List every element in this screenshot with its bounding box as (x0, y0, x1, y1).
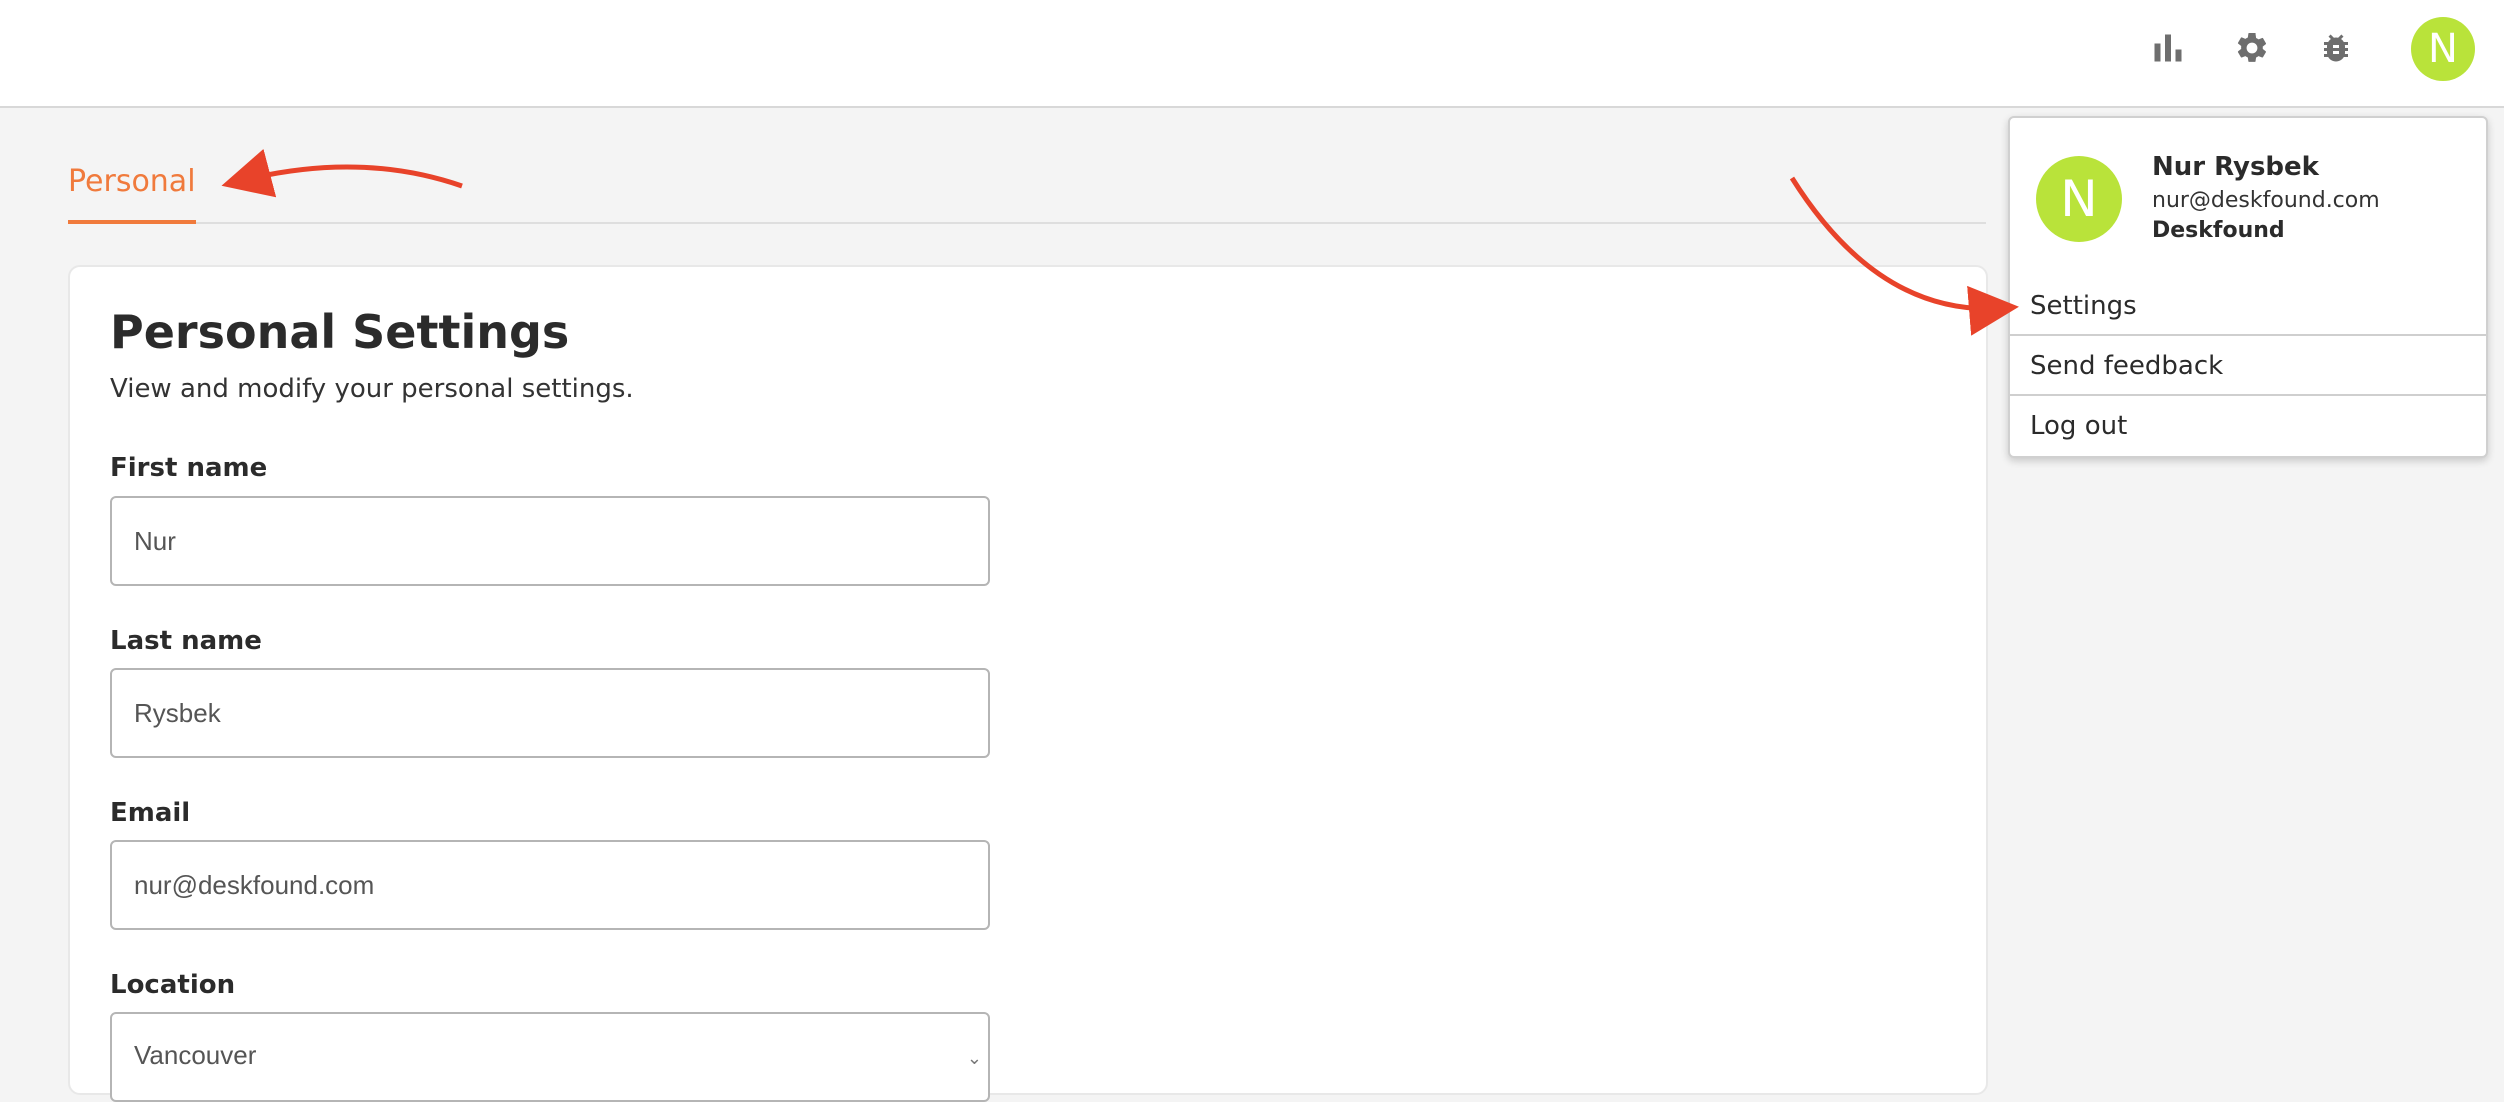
last-name-label: Last name (110, 626, 262, 656)
user-email: nur@deskfound.com (2152, 188, 2380, 213)
first-name-input[interactable] (110, 496, 990, 586)
top-header: N (0, 0, 2504, 108)
personal-settings-card: Personal Settings View and modify your p… (68, 265, 1988, 1102)
last-name-input[interactable] (110, 668, 990, 758)
gear-icon[interactable] (2230, 26, 2274, 70)
email-label: Email (110, 798, 191, 828)
menu-item-send-feedback[interactable]: Send feedback (2010, 336, 2486, 396)
page-title: Personal Settings (110, 305, 570, 359)
location-select-value: Vancouver (134, 1040, 257, 1070)
email-input[interactable] (110, 840, 990, 930)
tab-bar: Personal (68, 150, 1986, 224)
tab-personal[interactable]: Personal (68, 164, 196, 224)
user-organization: Deskfound (2152, 218, 2285, 243)
bug-icon[interactable] (2314, 26, 2358, 70)
first-name-label: First name (110, 453, 268, 483)
avatar[interactable]: N (2411, 17, 2475, 81)
menu-item-log-out[interactable]: Log out (2010, 396, 2486, 456)
location-label: Location (110, 970, 236, 1000)
menu-item-settings[interactable]: Settings (2010, 276, 2486, 336)
user-menu: N Nur Rysbek nur@deskfound.com Deskfound… (2008, 116, 2488, 458)
user-name: Nur Rysbek (2152, 152, 2319, 182)
bar-chart-icon[interactable] (2146, 26, 2190, 70)
page-subtitle: View and modify your personal settings. (110, 374, 634, 404)
location-select[interactable]: Vancouver ⌄ (110, 1012, 990, 1102)
menu-avatar: N (2036, 156, 2122, 242)
